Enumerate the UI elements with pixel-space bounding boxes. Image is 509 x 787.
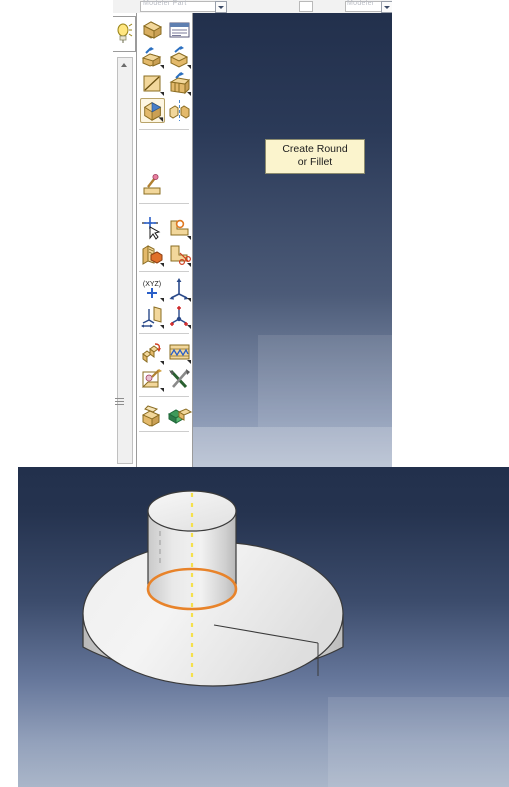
split-icon bbox=[143, 75, 164, 96]
panel-separator-6 bbox=[139, 431, 189, 432]
rib-icon bbox=[169, 72, 191, 96]
tool-tools[interactable] bbox=[167, 367, 192, 392]
panel-separator-3 bbox=[139, 271, 189, 272]
panel-separator-2 bbox=[139, 203, 189, 204]
emboss-icon bbox=[141, 369, 164, 392]
panel-separator-4 bbox=[139, 333, 189, 334]
tool-rect-pattern[interactable] bbox=[140, 340, 165, 365]
tool-rib[interactable] bbox=[167, 71, 192, 96]
ribbon-strip: Modeler Part Modeler bbox=[113, 0, 392, 14]
ribbon-label-2: Modeler bbox=[347, 0, 375, 7]
tool-mirror[interactable] bbox=[167, 98, 192, 123]
work-point-icon bbox=[170, 306, 191, 329]
viewport-light-region-b bbox=[193, 427, 392, 467]
part-model bbox=[82, 490, 344, 687]
tooltip-line-1: Create Round bbox=[282, 143, 348, 155]
ribbon-small-button[interactable] bbox=[299, 1, 313, 12]
tools-icon bbox=[169, 369, 190, 389]
rectangular-pattern-icon bbox=[142, 343, 164, 365]
work-axis-icon bbox=[169, 278, 191, 302]
scroll-up-arrow-icon[interactable] bbox=[118, 58, 130, 71]
trim-icon bbox=[170, 245, 192, 267]
sweep-icon bbox=[141, 47, 164, 69]
inventor-window-fragment: Modeler Part Modeler (XYZ) Create Round … bbox=[113, 0, 392, 467]
lightbulb-button[interactable] bbox=[113, 16, 136, 52]
thread-icon bbox=[142, 245, 164, 267]
tool-split[interactable] bbox=[140, 71, 165, 96]
panel-separator-1 bbox=[139, 129, 189, 130]
chevron-down-icon[interactable] bbox=[215, 1, 227, 13]
tool-coil[interactable] bbox=[167, 340, 192, 365]
tool-work-point[interactable] bbox=[167, 304, 192, 329]
tool-fillet[interactable] bbox=[140, 98, 165, 123]
derived-part-icon bbox=[141, 405, 161, 427]
model-graphics-viewport[interactable] bbox=[18, 467, 509, 787]
resize-grip-icon[interactable] bbox=[115, 398, 124, 405]
work-point-xyz-icon: (XYZ) bbox=[143, 281, 164, 302]
fillet-icon bbox=[143, 102, 164, 122]
top-graphics-viewport[interactable] bbox=[193, 13, 392, 467]
coil-icon bbox=[169, 344, 191, 364]
point-select-icon bbox=[142, 217, 161, 240]
tool-derived-part[interactable] bbox=[140, 402, 165, 427]
tool-corner-round[interactable] bbox=[167, 215, 192, 240]
tool-thread[interactable] bbox=[140, 242, 165, 267]
tool-work-plane[interactable] bbox=[140, 304, 165, 329]
tooltip: Create Round or Fillet bbox=[265, 139, 365, 174]
work-plane-icon bbox=[141, 306, 164, 329]
corner-round-icon bbox=[170, 219, 191, 240]
mirror-icon bbox=[169, 100, 190, 121]
tool-point-select[interactable] bbox=[140, 215, 165, 240]
tooltip-line-2: or Fillet bbox=[297, 156, 333, 168]
extrude-icon bbox=[142, 21, 163, 39]
tool-loft[interactable] bbox=[167, 44, 192, 69]
parameters-icon bbox=[169, 22, 190, 38]
sketch-edit-icon bbox=[143, 174, 161, 195]
part-features-panel-bar: (XYZ) bbox=[137, 13, 193, 467]
tool-sketch[interactable] bbox=[140, 173, 165, 198]
tool-work-axis[interactable] bbox=[167, 277, 192, 302]
viewport-light-region-a bbox=[258, 335, 392, 427]
ribbon-label-1: Modeler Part bbox=[143, 0, 187, 7]
tool-trim[interactable] bbox=[167, 242, 192, 267]
tool-sweep[interactable] bbox=[140, 44, 165, 69]
loft-icon bbox=[169, 46, 191, 69]
tool-work-point-xyz[interactable]: (XYZ) bbox=[140, 277, 165, 302]
xyz-label: (XYZ) bbox=[143, 281, 161, 288]
tool-emboss[interactable] bbox=[140, 367, 165, 392]
panel-separator-5 bbox=[139, 396, 189, 397]
tool-ipart[interactable] bbox=[167, 402, 192, 427]
ipart-icon bbox=[167, 408, 192, 424]
tool-parameters[interactable] bbox=[167, 17, 192, 42]
model-browser-strip bbox=[113, 13, 137, 467]
chevron-down-icon-2[interactable] bbox=[381, 1, 392, 13]
tool-extrude[interactable] bbox=[140, 17, 165, 42]
